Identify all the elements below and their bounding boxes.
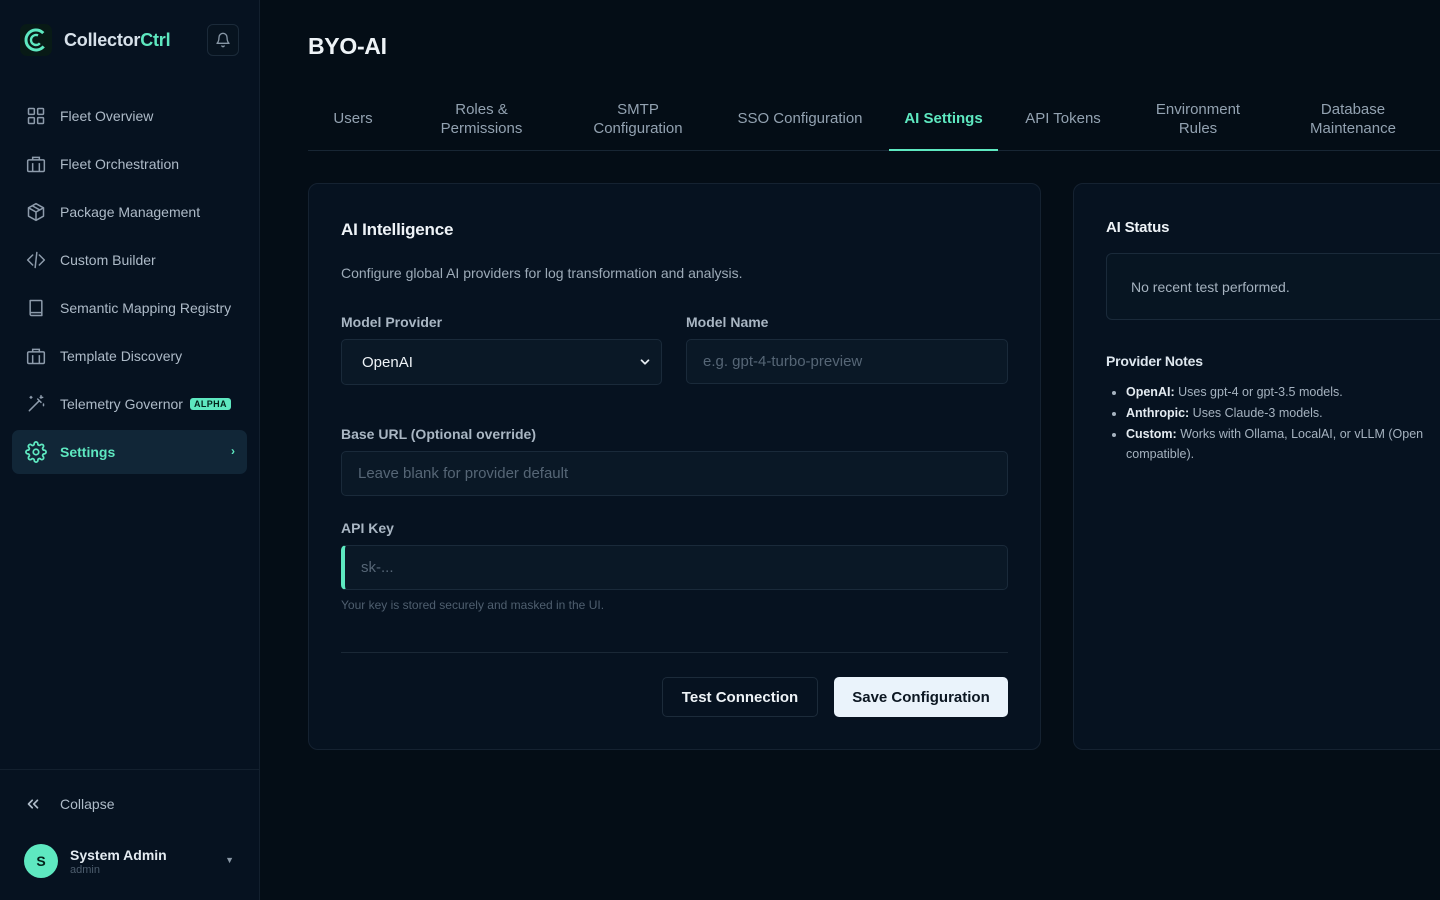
package-icon [25,201,47,223]
sidebar-item-label: Semantic Mapping Registry [60,300,232,316]
avatar: S [24,844,58,878]
tab-database-maintenance[interactable]: Database Maintenance [1293,87,1413,150]
chevron-right-icon: › [231,444,235,458]
provider-notes-title: Provider Notes [1106,353,1203,369]
sidebar-item-template-discovery[interactable]: Template Discovery [12,334,247,378]
api-key-placeholder: sk-... [361,559,394,576]
model-name-label: Model Name [686,314,769,330]
save-configuration-button[interactable]: Save Configuration [834,677,1008,717]
tab-label: Environment Rules [1155,100,1241,137]
gear-icon [25,441,47,463]
collapse-button[interactable]: Collapse [24,792,114,816]
model-provider-value: OpenAI [362,353,413,371]
tab-api-tokens[interactable]: API Tokens [1023,87,1103,150]
status-text: No recent test performed. [1131,278,1290,295]
collapse-label: Collapse [60,796,115,812]
sidebar-item-label: Telemetry Governor [60,396,183,412]
sidebar-item-package-management[interactable]: Package Management [12,190,247,234]
building-icon [25,345,47,367]
api-key-label: API Key [341,520,394,536]
tab-sso-configuration[interactable]: SSO Configuration [736,87,864,150]
note-provider: Anthropic: [1126,406,1190,420]
sidebar-item-label: Custom Builder [60,252,156,268]
grid-icon [25,105,47,127]
base-url-placeholder: Leave blank for provider default [358,465,569,482]
tab-label: Roles & Permissions [440,100,523,137]
card-title: AI Intelligence [341,220,454,239]
user-menu[interactable]: S System Admin admin ▼ [24,843,240,879]
sidebar-item-custom-builder[interactable]: Custom Builder [12,238,247,282]
note-text: Uses gpt-4 or gpt-3.5 models. [1178,385,1343,399]
tab-environment-rules[interactable]: Environment Rules [1138,87,1258,150]
sidebar-item-label: Settings [60,444,116,460]
sidebar-item-label: Template Discovery [60,348,183,364]
model-name-placeholder: e.g. gpt-4-turbo-preview [703,353,863,370]
ai-intelligence-card: AI Intelligence Configure global AI prov… [308,183,1041,750]
page-title: BYO-AI [308,33,387,59]
list-item: OpenAI: Uses gpt-4 or gpt-3.5 models. [1126,382,1440,402]
sidebar-item-label: Fleet Overview [60,108,154,124]
ai-status-card: AI Status No recent test performed. Prov… [1073,183,1440,750]
chevrons-left-icon [27,799,39,809]
sidebar-item-semantic-mapping-registry[interactable]: Semantic Mapping Registry [12,286,247,330]
base-url-label: Base URL (Optional override) [341,426,537,442]
sidebar-item-fleet-overview[interactable]: Fleet Overview [12,94,247,138]
building-icon [25,153,47,175]
sidebar: CollectorCtrl Fleet Overview Fleet Orche… [0,0,260,900]
alpha-badge: ALPHA [189,398,231,410]
brand[interactable]: CollectorCtrl [20,24,171,56]
tab-label: API Tokens [1025,110,1101,127]
chevron-down-icon [638,355,652,373]
tab-users[interactable]: Users [308,87,398,150]
list-item: Custom: Works with Ollama, LocalAI, or v… [1126,424,1440,464]
sidebar-item-label: Fleet Orchestration [60,156,180,172]
brand-name-part2: Ctrl [140,29,171,50]
sidebar-footer: Collapse S System Admin admin ▼ [0,769,259,878]
note-provider: OpenAI: [1126,385,1175,399]
tab-label: SSO Configuration [737,110,863,127]
model-name-input[interactable]: e.g. gpt-4-turbo-preview [686,339,1008,384]
divider [341,652,1008,653]
provider-notes-list: OpenAI: Uses gpt-4 or gpt-3.5 models. An… [1126,382,1440,465]
sidebar-item-label: Package Management [60,204,201,220]
tab-smtp-configuration[interactable]: SMTP Configuration [574,87,702,150]
tab-label: AI Settings [904,109,983,127]
tab-roles-permissions[interactable]: Roles & Permissions [423,87,540,150]
list-item: Anthropic: Uses Claude-3 models. [1126,403,1440,423]
model-provider-select[interactable]: OpenAI [341,339,662,385]
api-key-hint: Your key is stored securely and masked i… [341,598,605,612]
test-connection-button[interactable]: Test Connection [662,677,818,717]
tab-label: SMTP Configuration [593,100,683,137]
sidebar-nav: Fleet Overview Fleet Orchestration Packa… [12,94,247,478]
collectorctrl-logo-icon [20,24,52,56]
note-provider: Custom: [1126,427,1177,441]
api-key-input[interactable]: sk-... [341,545,1008,590]
settings-tabs: Users Roles & Permissions SMTP Configura… [308,87,1440,151]
status-box: No recent test performed. [1106,253,1440,320]
model-provider-label: Model Provider [341,314,443,330]
user-role: admin [70,863,100,876]
wand-icon [25,393,47,415]
brand-name: CollectorCtrl [64,29,171,51]
code-icon [25,249,47,271]
card-description: Configure global AI providers for log tr… [341,265,743,281]
note-text: Uses Claude-3 models. [1192,406,1323,420]
tab-label: Users [333,110,373,127]
notifications-button[interactable] [207,24,239,56]
brand-name-part1: Collector [64,29,141,50]
user-name: System Admin [70,846,167,863]
tab-ai-settings[interactable]: AI Settings [889,87,998,151]
book-icon [25,297,47,319]
sidebar-item-telemetry-governor[interactable]: Telemetry Governor ALPHA [12,382,247,426]
caret-down-icon: ▼ [225,855,234,865]
tab-label: Database Maintenance [1310,100,1396,137]
base-url-input[interactable]: Leave blank for provider default [341,451,1008,496]
status-title: AI Status [1106,219,1170,236]
sidebar-item-settings[interactable]: Settings › [12,430,247,474]
sidebar-item-fleet-orchestration[interactable]: Fleet Orchestration [12,142,247,186]
bell-icon [216,32,230,48]
